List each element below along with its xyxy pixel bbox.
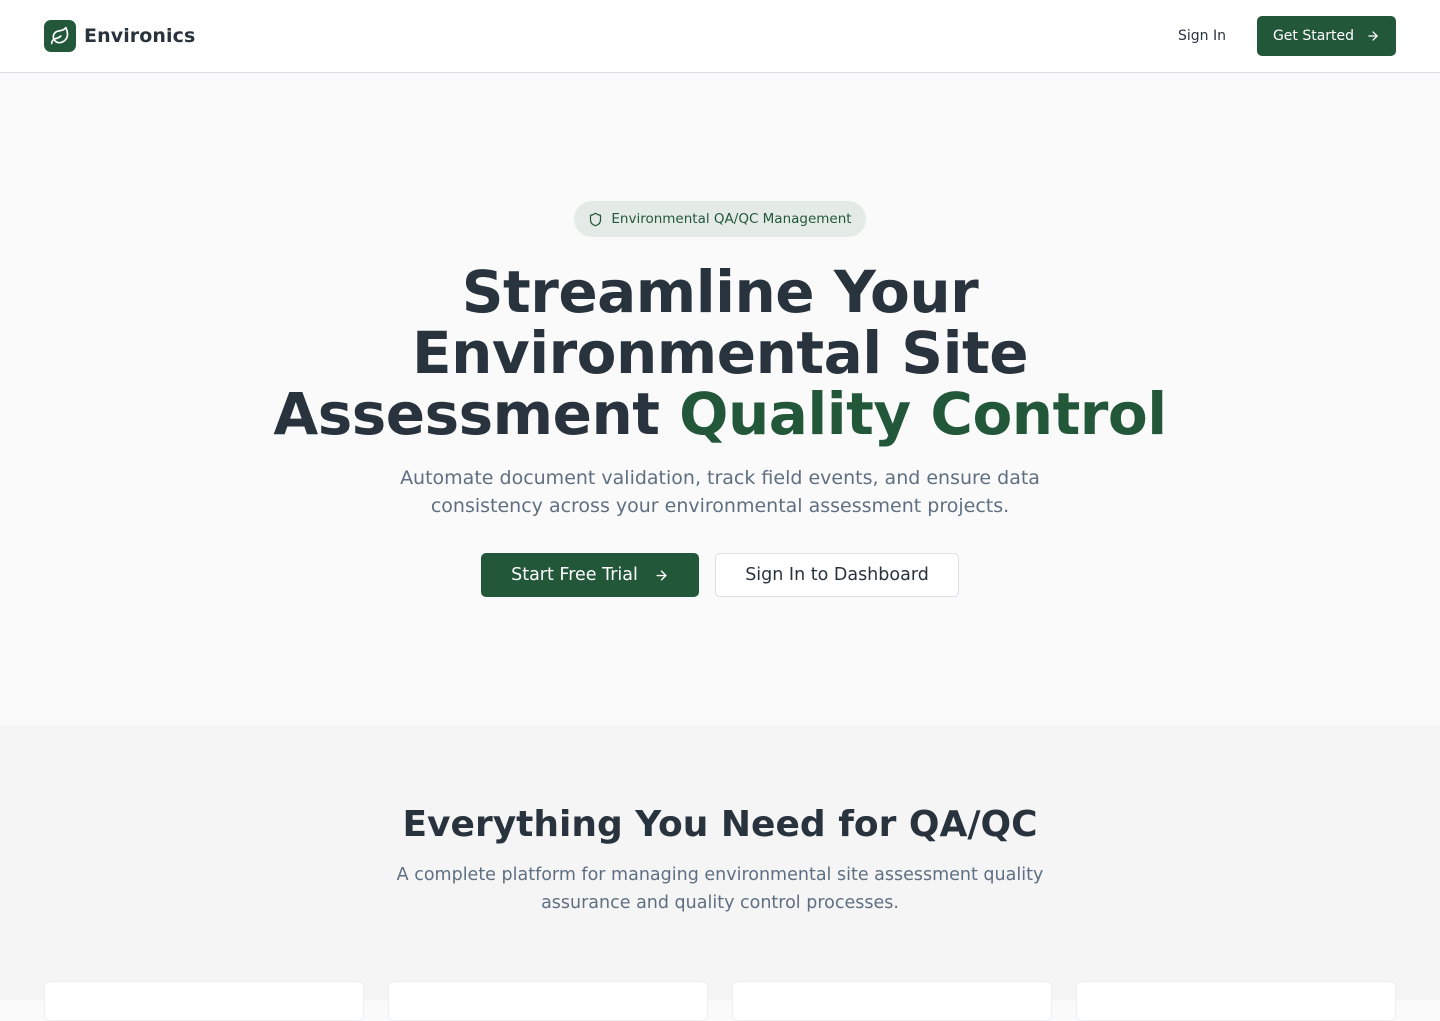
start-free-trial-button[interactable]: Start Free Trial	[481, 553, 699, 597]
get-started-button[interactable]: Get Started	[1257, 16, 1396, 56]
hero-title-line2: Environmental Site	[411, 319, 1029, 387]
hero-subtitle: Automate document validation, track fiel…	[400, 467, 1040, 517]
feature-card	[388, 981, 708, 1021]
features-subtitle: A complete platform for managing environ…	[396, 865, 1044, 913]
sign-in-dashboard-button[interactable]: Sign In to Dashboard	[715, 553, 959, 597]
brand-logo-link[interactable]: Environics	[44, 20, 195, 52]
hero-title: Streamline Your Environmental Site Asses…	[220, 262, 1220, 445]
hero-title-line3: Assessment	[273, 380, 680, 448]
hero-badge: Environmental QA/QC Management	[574, 201, 866, 237]
features-title: Everything You Need for QA/QC	[402, 804, 1038, 845]
arrow-right-icon	[654, 568, 669, 583]
hero-badge-label: Environmental QA/QC Management	[611, 211, 852, 227]
get-started-label: Get Started	[1272, 28, 1355, 44]
feature-card	[44, 981, 364, 1021]
top-navbar: Environics Sign In Get Started	[0, 0, 1440, 73]
arrow-right-icon	[1366, 29, 1380, 43]
brand-name: Environics	[84, 25, 196, 47]
leaf-icon	[44, 20, 76, 52]
start-free-trial-label: Start Free Trial	[511, 565, 638, 585]
feature-card	[1076, 981, 1396, 1021]
features-section: Everything You Need for QA/QC A complete…	[0, 725, 1440, 1021]
hero-title-accent: Quality Control	[679, 380, 1167, 448]
sign-in-link[interactable]: Sign In	[1166, 20, 1238, 52]
feature-card	[732, 981, 1052, 1021]
shield-icon	[588, 212, 603, 227]
hero-title-line1: Streamline Your	[461, 258, 979, 326]
